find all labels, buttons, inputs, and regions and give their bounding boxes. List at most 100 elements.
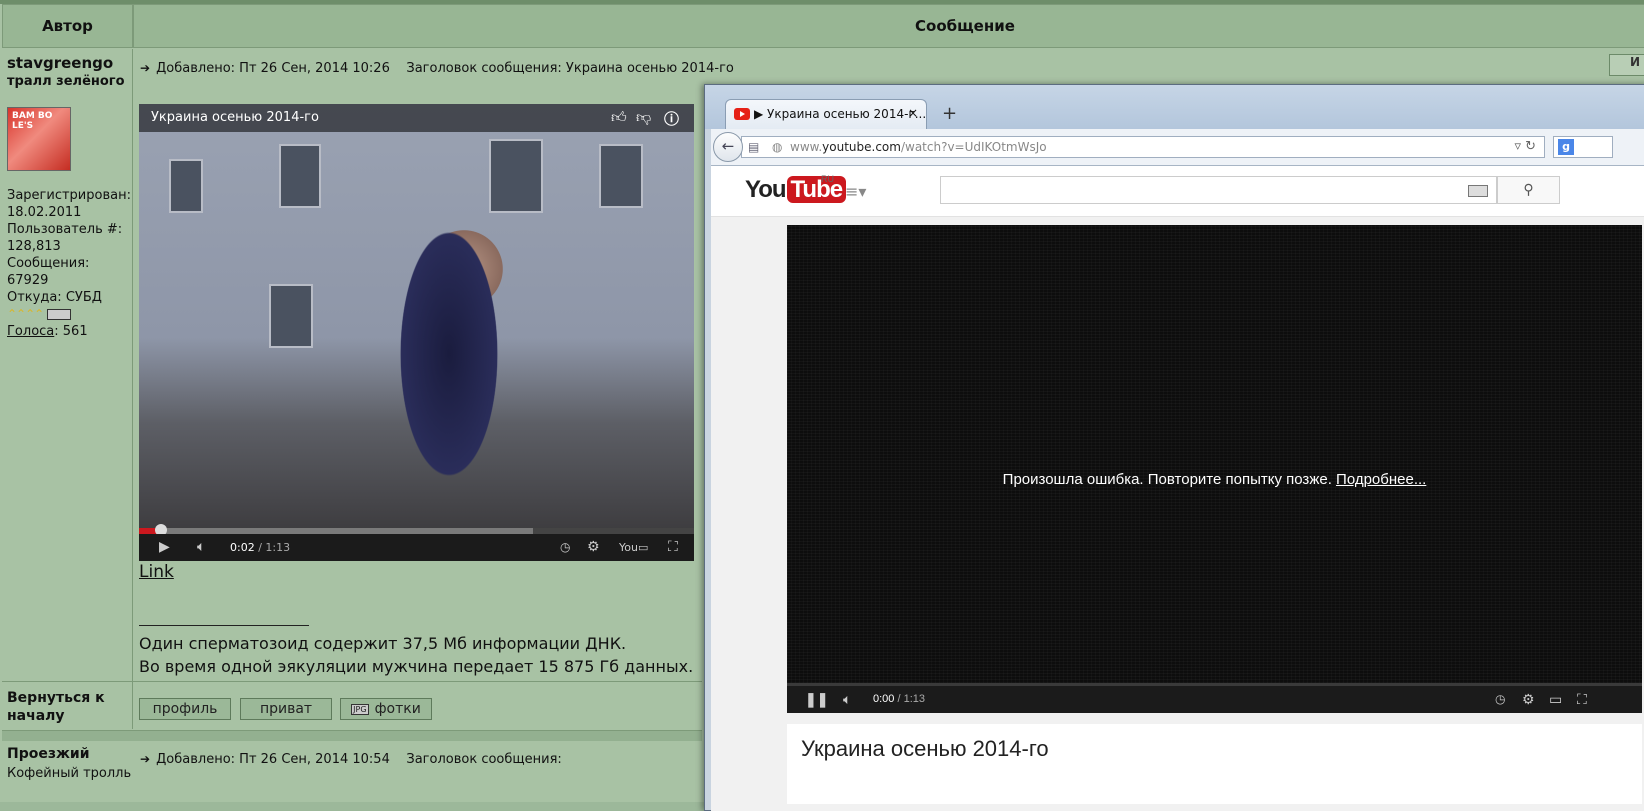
theater-mode-icon[interactable]: ▭ xyxy=(1549,691,1562,708)
building-window xyxy=(489,139,543,213)
video-frame xyxy=(139,104,694,529)
guide-menu-icon[interactable]: ≡▾ xyxy=(845,182,866,201)
post-link[interactable]: Link xyxy=(139,562,174,582)
private-message-button[interactable]: приват xyxy=(240,698,332,720)
video-controls: ▶ 🔈︎ 0:02 / 1:13 ◷ ⚙ You▭ ⛶ xyxy=(139,534,694,561)
message-column-header: Сообщение xyxy=(133,4,1644,48)
volume-icon[interactable]: 🔈︎ xyxy=(843,691,851,708)
votes-value: : 561 xyxy=(54,324,88,339)
settings-gear-icon[interactable]: ⚙ xyxy=(587,539,600,555)
signature-line: Во время одной эякуляции мужчина передае… xyxy=(139,657,694,676)
profile-button[interactable]: профиль xyxy=(139,698,231,720)
youtube-logo[interactable]: You Tube RU xyxy=(745,174,847,204)
tab-title: ▶ Украина осенью 2014-г... xyxy=(754,107,927,121)
youtube-search-button[interactable]: ⚲ xyxy=(1497,176,1560,204)
from-value: СУБД xyxy=(65,290,102,305)
post1-username[interactable]: stavgreengo xyxy=(7,54,113,72)
pause-icon[interactable]: ❚❚ xyxy=(805,691,828,708)
new-tab-button[interactable]: + xyxy=(942,103,957,124)
thumbs-up-icon[interactable]: 👍︎ xyxy=(611,108,627,127)
post2-username[interactable]: Проезжий xyxy=(7,746,90,762)
votes-link[interactable]: Голоса xyxy=(7,324,54,339)
video-title-panel: Украина осенью 2014-го xyxy=(787,724,1642,804)
player-error-message: Произошла ошибка. Повторите попытку позж… xyxy=(787,471,1642,488)
time-total: / 1:13 xyxy=(258,541,291,554)
watch-later-icon[interactable]: ◷ xyxy=(1495,692,1505,706)
url-text: www.youtube.com/watch?v=UdIKOtmWsJo xyxy=(790,140,1047,154)
building-window xyxy=(269,284,313,348)
signature-divider xyxy=(139,625,309,626)
rank-badge-icon xyxy=(47,309,72,320)
globe-icon: ◍ xyxy=(772,140,783,154)
logo-region: RU xyxy=(821,174,834,184)
fullscreen-icon[interactable]: ⛶ xyxy=(668,539,678,555)
user-num-label: Пользователь #: xyxy=(7,222,123,237)
photo-jpg-icon: JPG xyxy=(351,703,369,715)
photos-label: фотки xyxy=(374,701,421,717)
messages-label: Сообщения: xyxy=(7,256,90,271)
post-arrow-icon: ➔ xyxy=(140,61,151,75)
post-separator xyxy=(2,730,702,741)
google-icon: g xyxy=(1558,139,1574,155)
reload-icon[interactable]: ▿ ↻ xyxy=(1514,139,1536,154)
logo-tube: Tube xyxy=(786,176,847,203)
video-title[interactable]: Украина осенью 2014-го xyxy=(151,110,319,125)
watch-later-icon[interactable]: ◷ xyxy=(560,540,570,554)
bookmark-folder-icon[interactable]: ▤ xyxy=(748,140,759,154)
signature-line: Один сперматозоид содержит 37,5 Мб инфор… xyxy=(139,634,627,653)
address-bar[interactable]: ▤ ◍ www.youtube.com/watch?v=UdIKOtmWsJo … xyxy=(741,136,1545,158)
player-controls: ❚❚ 🔈︎ 0:00 / 1:13 ◷ ⚙ ▭ ⛶ xyxy=(787,686,1642,713)
player-time-current: 0:00 xyxy=(873,693,895,705)
post2-meta: ➔ Добавлено: Пт 26 Сен, 2014 10:54 Загол… xyxy=(140,752,562,767)
youtube-page: You Tube RU ≡▾ ⚲ Произошла ошибка. Повтори… xyxy=(711,166,1644,811)
avatar-text: BAM BO LE'S xyxy=(12,111,53,131)
building-window xyxy=(169,159,203,213)
logo-you: You xyxy=(745,176,787,203)
user-num-value: 128,813 xyxy=(7,239,61,254)
photos-button[interactable]: JPG фотки xyxy=(340,698,432,720)
url-path: /watch?v=UdIKOtmWsJo xyxy=(900,140,1047,154)
rank-stars-icon: ⌃⌃⌃⌃ xyxy=(7,307,44,321)
from-label: Откуда: xyxy=(7,290,62,305)
time-current: 0:02 xyxy=(230,541,255,554)
row-divider xyxy=(2,681,702,682)
youtube-favicon-icon xyxy=(734,108,750,120)
browser-tab-youtube[interactable]: ▶ Украина осенью 2014-г... × xyxy=(725,99,927,129)
thumbs-down-icon[interactable]: 👎︎ xyxy=(636,108,651,127)
youtube-search-input[interactable] xyxy=(940,176,1497,204)
youtube-logo-icon[interactable]: You▭ xyxy=(619,541,648,554)
back-arrow-icon: ← xyxy=(721,137,735,155)
tab-strip: ▶ Украина осенью 2014-г... × + xyxy=(705,85,1644,129)
embedded-video[interactable]: Украина осенью 2014-го 👍︎ 👎︎ ⓘ ▶ 🔈︎ 0:02… xyxy=(139,104,694,561)
building-window xyxy=(599,144,643,208)
youtube-header: You Tube RU ≡▾ ⚲ xyxy=(711,166,1644,217)
youtube-video-title: Украина осенью 2014-го xyxy=(801,736,1049,761)
message-column-label: Сообщение xyxy=(915,17,1015,35)
search-icon: ⚲ xyxy=(1523,182,1534,198)
volume-icon[interactable]: 🔈︎ xyxy=(197,539,205,555)
close-tab-icon[interactable]: × xyxy=(908,106,918,120)
video-time: 0:02 / 1:13 xyxy=(230,541,290,554)
quote-button[interactable]: И xyxy=(1609,54,1644,76)
play-icon[interactable]: ▶ xyxy=(159,539,170,555)
post2-user-title: Кофейный тролль xyxy=(7,766,132,781)
fullscreen-icon[interactable]: ⛶ xyxy=(1577,691,1587,708)
error-more-link[interactable]: Подробнее... xyxy=(1336,471,1426,488)
registered-label: Зарегистрирован: xyxy=(7,188,131,203)
youtube-player[interactable]: Произошла ошибка. Повторите попытку позж… xyxy=(787,225,1642,713)
avatar: BAM BO LE'S xyxy=(7,107,71,171)
url-prefix: www. xyxy=(790,140,823,154)
signature: Один сперматозоид содержит 37,5 Мб инфор… xyxy=(139,632,693,678)
search-engine-box[interactable]: g xyxy=(1553,136,1613,158)
post2-meta-text: Добавлено: Пт 26 Сен, 2014 10:54 Заголов… xyxy=(156,752,562,767)
error-text: Произошла ошибка. Повторите попытку позж… xyxy=(1002,471,1332,488)
post1-user-title: тралл зелёного xyxy=(7,74,125,89)
building-window xyxy=(279,144,321,208)
back-to-top-link[interactable]: Вернуться к началу xyxy=(7,689,127,725)
author-column-header: Автор xyxy=(2,4,133,48)
info-icon[interactable]: ⓘ xyxy=(664,108,679,129)
keyboard-icon[interactable] xyxy=(1468,185,1488,197)
settings-gear-icon[interactable]: ⚙ xyxy=(1522,691,1535,708)
back-button[interactable]: ← xyxy=(713,132,743,162)
post-arrow-icon: ➔ xyxy=(140,752,151,766)
